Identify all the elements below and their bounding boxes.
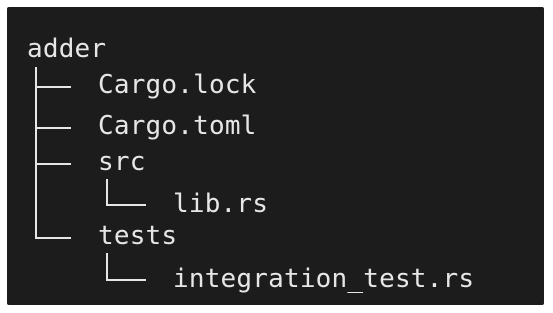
tree-child-branch-line bbox=[106, 279, 146, 281]
tree-child-vertical-line bbox=[106, 179, 108, 206]
tree-item-src: src bbox=[98, 147, 146, 177]
tree-child-branch-line bbox=[106, 204, 146, 206]
tree-branch-line bbox=[35, 237, 71, 239]
tree-branch-line bbox=[35, 127, 71, 129]
tree-trunk-line bbox=[35, 67, 37, 239]
tree-branch-line bbox=[35, 163, 71, 165]
tree-root: adder bbox=[27, 34, 107, 64]
tree-item-lib-rs: lib.rs bbox=[173, 189, 269, 219]
tree-item-integration-test-rs: integration_test.rs bbox=[173, 264, 475, 294]
tree-item-tests: tests bbox=[98, 221, 178, 251]
tree-item-cargo-lock: Cargo.lock bbox=[98, 70, 257, 100]
terminal-panel: adder Cargo.lock Cargo.toml src lib.rs t… bbox=[7, 7, 544, 305]
tree-child-vertical-line bbox=[106, 253, 108, 281]
tree-item-cargo-toml: Cargo.toml bbox=[98, 111, 257, 141]
tree-branch-line bbox=[35, 86, 71, 88]
